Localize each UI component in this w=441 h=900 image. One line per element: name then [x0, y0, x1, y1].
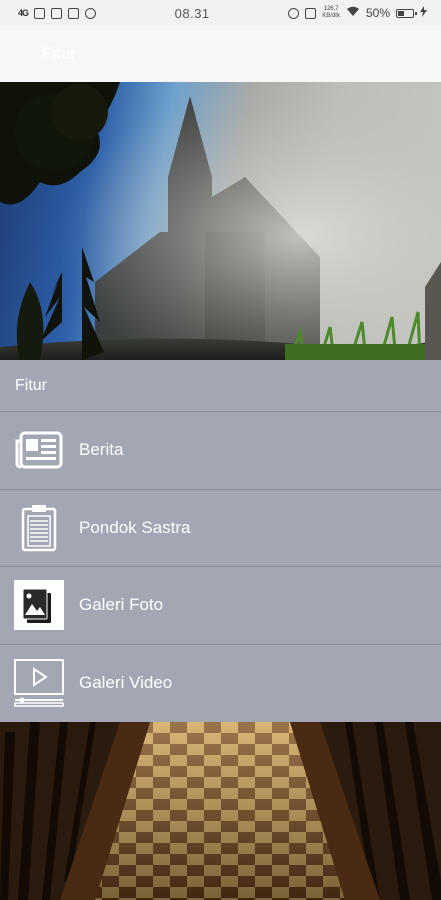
- menu-item-galeri-video[interactable]: Galeri Video: [0, 645, 441, 723]
- photo-gallery-icon: [14, 580, 64, 631]
- signal-indicator: 4G: [18, 8, 29, 18]
- menu-item-galeri-foto[interactable]: Galeri Foto: [0, 567, 441, 645]
- newspaper-icon: [14, 425, 64, 475]
- vibrate-icon: [305, 7, 317, 19]
- battery-icon: [396, 8, 417, 18]
- mail-icon: [51, 7, 63, 19]
- network-speed-value: 126,7: [323, 6, 339, 12]
- app-bar: Fitur: [0, 26, 441, 82]
- church-illustration: [0, 82, 441, 360]
- menu-item-label: Berita: [79, 440, 124, 460]
- feature-menu: Fitur Berita Pondok Sastra Galeri Foto G…: [0, 360, 441, 722]
- status-left: 4G: [18, 7, 97, 19]
- wifi-icon: [346, 6, 360, 20]
- network-speed: 126,7 KB/dtk: [322, 6, 340, 20]
- menu-header: Fitur: [0, 360, 441, 412]
- video-player-icon: [14, 658, 64, 708]
- mail-icon: [68, 7, 80, 19]
- battery-percent: 50%: [365, 6, 390, 20]
- status-bar: 4G 08.31 126,7 KB/dtk 50%: [0, 0, 441, 26]
- clock: 08.31: [174, 5, 210, 21]
- network-speed-unit: KB/dtk: [322, 13, 340, 19]
- menu-item-label: Galeri Video: [79, 673, 173, 693]
- page-title: Fitur: [42, 44, 76, 63]
- clipboard-icon: [14, 503, 64, 553]
- telegram-icon: [85, 7, 97, 19]
- menu-item-label: Pondok Sastra: [79, 517, 191, 537]
- menu-item-pondok-sastra[interactable]: Pondok Sastra: [0, 490, 441, 567]
- hero-image: [0, 82, 441, 360]
- charging-icon: [420, 6, 427, 20]
- menu-item-label: Galeri Foto: [79, 595, 164, 615]
- menu-item-berita[interactable]: Berita: [0, 412, 441, 490]
- status-right: 126,7 KB/dtk 50%: [288, 6, 427, 20]
- background-image: [0, 722, 441, 900]
- aisle-illustration: [0, 722, 441, 900]
- notification-icon: [34, 7, 46, 19]
- alarm-icon: [288, 7, 300, 19]
